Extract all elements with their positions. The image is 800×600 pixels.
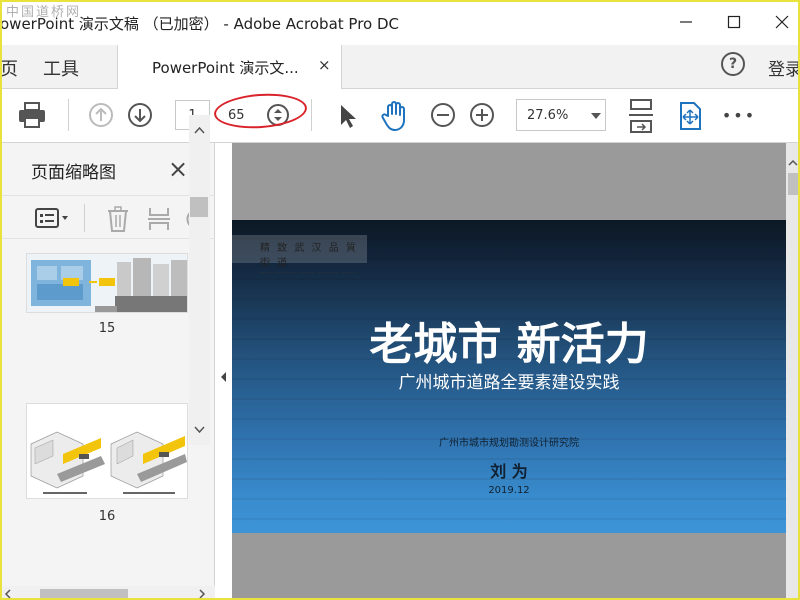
zoom-select[interactable]: 27.6%: [516, 99, 606, 131]
slide-date: 2019.12: [488, 485, 530, 496]
slide-author: 刘 为: [490, 462, 528, 481]
select-tool-button[interactable]: [333, 101, 361, 131]
list-options-icon: [35, 208, 68, 228]
slide-organization: 广州市城市规划勘测设计研究院: [439, 438, 579, 449]
slide-title: 老城市 新活力: [369, 319, 649, 370]
next-page-button[interactable]: [127, 102, 153, 128]
insert-page-icon: [148, 208, 170, 230]
tab-bar: 页 工具 PowerPoint 演示文... ×: [0, 45, 800, 89]
minimize-button[interactable]: [674, 10, 698, 34]
maximize-button[interactable]: [722, 10, 746, 34]
thumbnail-vertical-scrollbar[interactable]: [189, 115, 210, 445]
cursor-arrow-icon: [341, 105, 356, 128]
tab-document[interactable]: PowerPoint 演示文... ×: [117, 45, 342, 89]
chevron-left-icon: [221, 372, 226, 382]
hand-icon: [381, 101, 405, 131]
arrow-up-circle-icon: [89, 103, 113, 127]
expand-page-icon: [680, 102, 701, 130]
slide-subtitle: 广州城市道路全要素建设实践: [398, 373, 620, 393]
hand-tool-button[interactable]: [378, 99, 412, 133]
scrollbar-thumb: [788, 173, 798, 195]
scroll-left-icon: [4, 589, 11, 599]
scroll-down-icon: [194, 426, 205, 434]
slide-page: 精 致 武 汉 品 質 街 道 —— ——— —— ——— —— 老城市 新活力…: [232, 220, 786, 533]
watermark: 中国道桥网: [6, 5, 82, 20]
print-button[interactable]: [16, 99, 48, 131]
previous-page-button[interactable]: [88, 102, 114, 128]
thumbnail-horizontal-scrollbar[interactable]: [0, 586, 215, 600]
thumbnail-list[interactable]: 15 16: [0, 253, 190, 593]
scroll-up-icon: [788, 159, 798, 166]
tab-home[interactable]: 页: [0, 55, 18, 81]
thumbnail-image: [27, 404, 187, 498]
tab-tools[interactable]: 工具: [43, 55, 79, 81]
insert-page-button[interactable]: [145, 205, 173, 233]
thumbnail-page-number: 16: [98, 509, 116, 524]
minimize-icon: [680, 21, 692, 23]
page-thumbnails-panel: 页面缩略图 × 15 16: [0, 143, 215, 600]
zoom-out-button[interactable]: [430, 102, 456, 128]
title-bar: 中国道桥网 owerPoint 演示文稿 （已加密） - Adobe Acrob…: [0, 0, 800, 45]
page-thumbnail[interactable]: [26, 253, 188, 313]
fit-page-icon: [629, 99, 653, 133]
close-icon: [775, 15, 789, 29]
arrow-down-circle-icon: [128, 103, 152, 127]
help-button[interactable]: ?: [721, 52, 745, 76]
thumbnail-options-button[interactable]: [34, 205, 72, 231]
document-vertical-scrollbar[interactable]: [786, 143, 800, 600]
minus-circle-icon: [431, 103, 455, 127]
plus-circle-icon: [470, 103, 494, 127]
login-button[interactable]: 登录: [768, 55, 800, 80]
scroll-right-icon: [199, 589, 206, 599]
close-window-button[interactable]: [770, 10, 794, 34]
panel-title: 页面缩略图: [31, 163, 116, 183]
scrollbar-thumb: [190, 197, 208, 217]
delete-page-button[interactable]: [104, 205, 132, 233]
toolbar: 1 65 27.6%: [0, 89, 800, 143]
fit-page-button[interactable]: [626, 97, 656, 135]
slide-logo: 精 致 武 汉 品 質 街 道 —— ——— —— ——— ——: [232, 235, 367, 276]
tab-document-label: PowerPoint 演示文...: [152, 59, 299, 77]
thumbnail-page-number: 15: [98, 321, 116, 336]
full-screen-button[interactable]: [676, 99, 704, 133]
maximize-icon: [727, 15, 741, 29]
scroll-up-icon: [194, 126, 205, 134]
page-thumbnail[interactable]: [26, 403, 188, 499]
printer-icon: [19, 102, 45, 128]
zoom-in-button[interactable]: [469, 102, 495, 128]
panel-toolbar: [0, 195, 215, 239]
zoom-value: 27.6%: [527, 108, 569, 123]
thumbnail-image: [27, 254, 187, 312]
panel-close-button[interactable]: ×: [168, 155, 188, 183]
more-tools-button[interactable]: •••: [722, 103, 756, 127]
chevron-down-icon: [591, 113, 601, 119]
scrollbar-thumb: [40, 589, 128, 599]
tab-close-button[interactable]: ×: [318, 56, 331, 74]
trash-icon: [108, 206, 128, 232]
annotation-ring: [212, 90, 309, 132]
collapse-panel-button[interactable]: [216, 365, 230, 389]
